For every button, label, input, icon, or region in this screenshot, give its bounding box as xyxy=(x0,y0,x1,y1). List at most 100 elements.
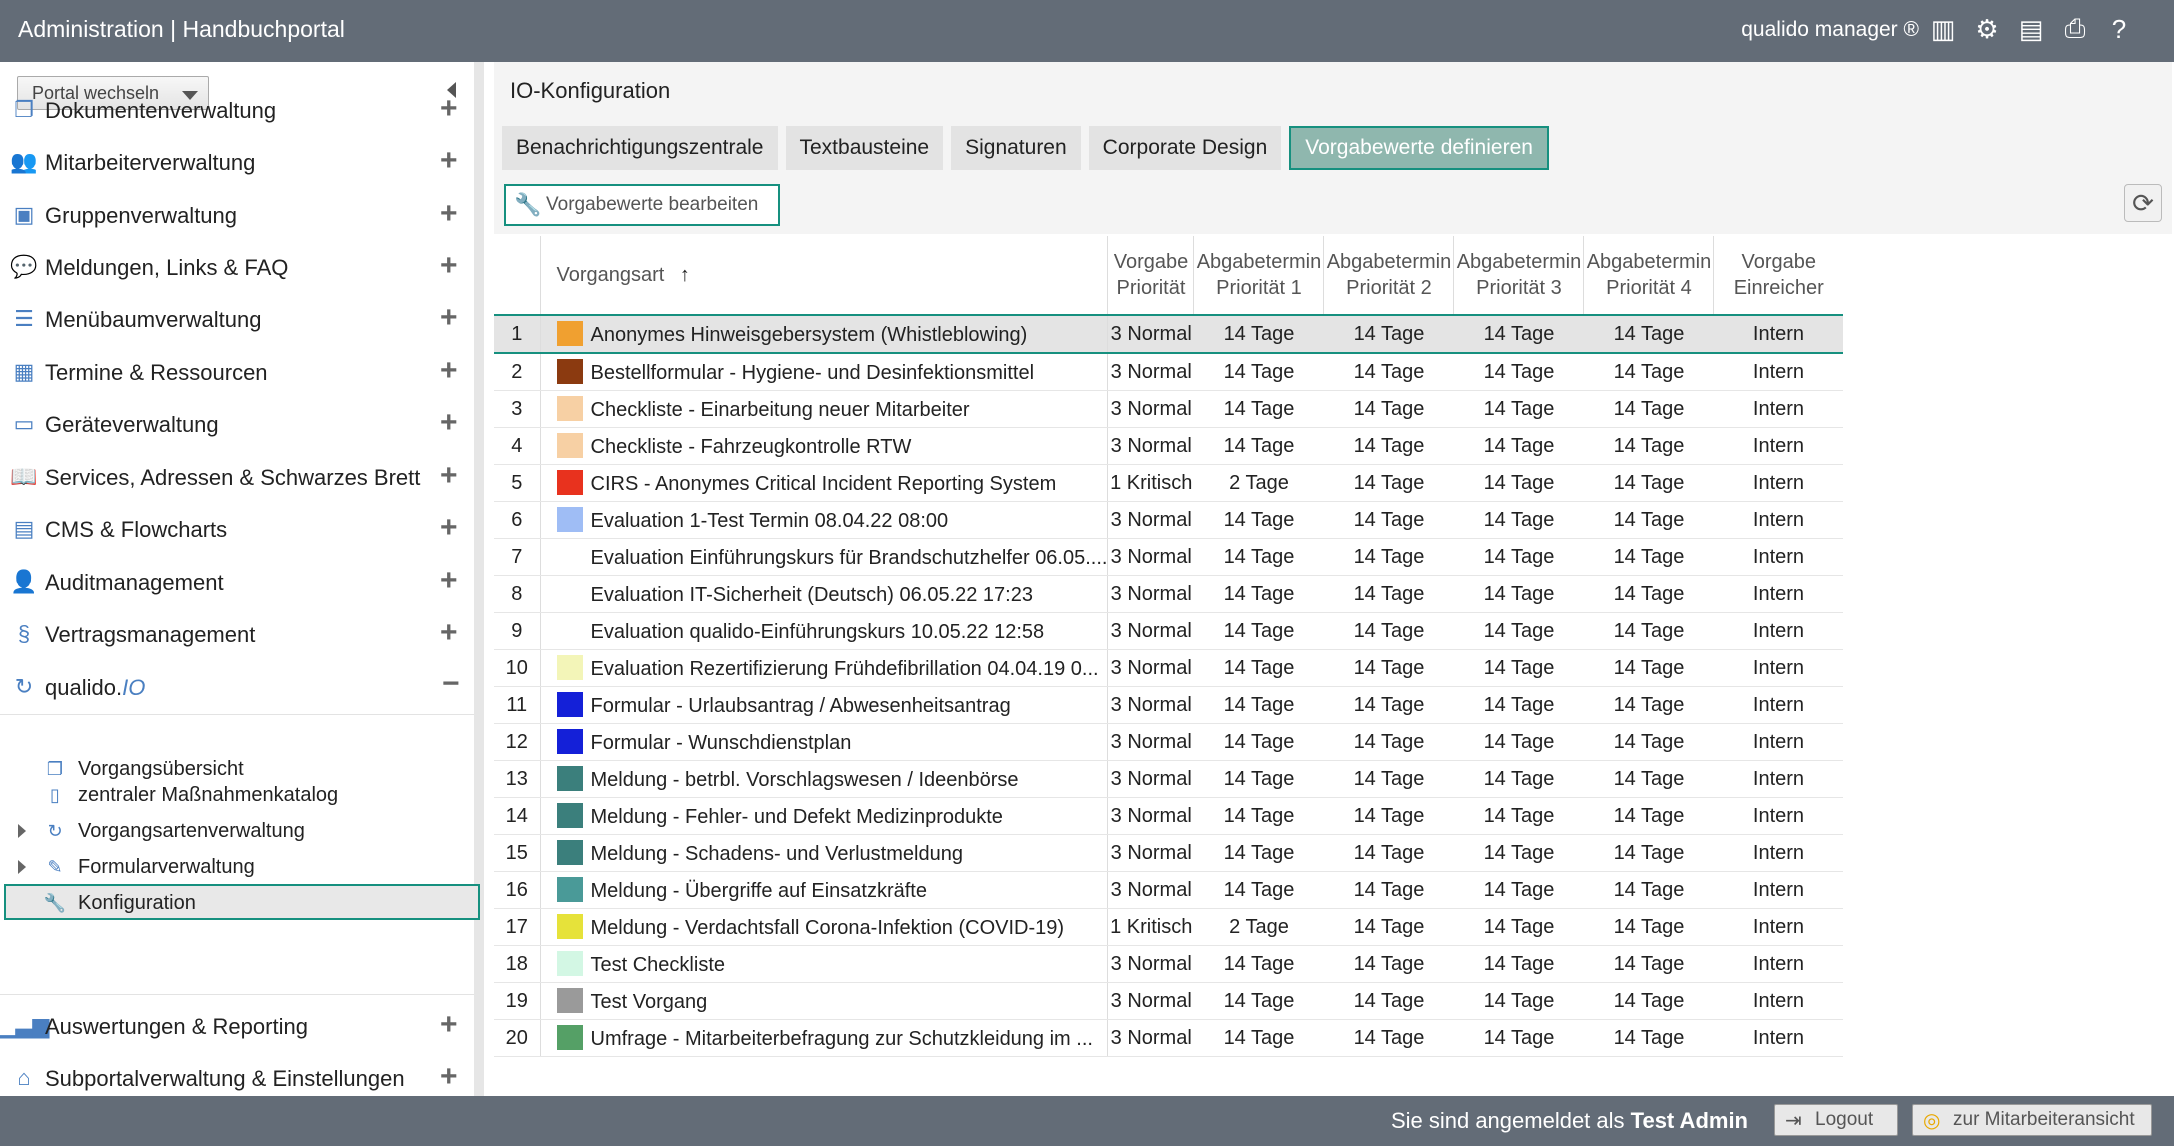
table-row[interactable]: 15 Meldung - Schadens- und Verlustmeldung… xyxy=(494,834,1843,872)
table-row[interactable]: 6 Evaluation 1-Test Termin 08.04.22 08:00… xyxy=(494,501,1843,539)
cell-vorgabe-prioritaet: 3 Normal xyxy=(1107,797,1194,835)
sidebar-item-mitarbeiterverwaltung[interactable]: 👥 Mitarbeiterverwaltung + xyxy=(10,142,470,182)
sidebar-item-geraeteverwaltung[interactable]: ▭ Geräteverwaltung + xyxy=(10,404,470,444)
sidebar-item-gruppenverwaltung[interactable]: ▣ Gruppenverwaltung + xyxy=(10,195,470,235)
table-row[interactable]: 19 Test Vorgang 3 Normal 14 Tage 14 Tage 14 T… xyxy=(494,982,1843,1020)
expand-plus-icon[interactable]: + xyxy=(440,199,458,229)
col-header-label: Priorität 4 xyxy=(1606,277,1692,299)
print-icon[interactable]: ⎙ xyxy=(2060,12,2090,46)
cell-abgabe-p2: 14 Tage xyxy=(1323,1019,1454,1057)
table-row[interactable]: 11 Formular - Urlaubsantrag / Abwesenheit… xyxy=(494,686,1843,724)
sidebar-item-auditmanagement[interactable]: 👤 Auditmanagement + xyxy=(10,562,470,602)
table-row[interactable]: 4 Checkliste - Fahrzeugkontrolle RTW 3 Nor… xyxy=(494,427,1843,465)
col-header-vorgangsart[interactable]: Vorgangsart ↑ xyxy=(540,236,1109,316)
sidebar-subitem-konfiguration[interactable]: 🔧 Konfiguration xyxy=(4,884,480,920)
sidebar-item-dokumentenverwaltung[interactable]: ❐ Dokumentenverwaltung + xyxy=(10,90,470,130)
expand-triangle-icon[interactable] xyxy=(18,824,26,838)
table-row[interactable]: 9 Evaluation qualido-Einführungskurs 10.0… xyxy=(494,612,1843,650)
cell-vorgabe-einreicher: Intern xyxy=(1713,945,1843,983)
color-swatch xyxy=(556,433,583,458)
table-row[interactable]: 17 Meldung - Verdachtsfall Corona-Infekti… xyxy=(494,908,1843,946)
col-header-abgabe-p4[interactable]: Abgabetermin Priorität 4 xyxy=(1583,236,1715,316)
expand-plus-icon[interactable]: + xyxy=(440,1062,458,1092)
tab-corporate-design[interactable]: Corporate Design xyxy=(1088,126,1282,170)
expand-plus-icon[interactable]: + xyxy=(440,408,458,438)
expand-plus-icon[interactable]: + xyxy=(440,251,458,281)
expand-plus-icon[interactable]: + xyxy=(440,303,458,333)
collapse-minus-icon[interactable]: − xyxy=(442,669,460,699)
xlsx-export-icon[interactable]: ▤ xyxy=(2016,12,2046,46)
sidebar-item-cms[interactable]: ▤ CMS & Flowcharts + xyxy=(10,509,470,549)
col-header-number xyxy=(494,236,541,316)
col-header-label: Priorität 1 xyxy=(1216,277,1302,299)
col-header-abgabe-p2[interactable]: Abgabetermin Priorität 2 xyxy=(1323,236,1455,316)
cell-abgabe-p1: 14 Tage xyxy=(1193,390,1324,428)
table-row[interactable]: 1 Anonymes Hinweisgebersystem (Whistleblo… xyxy=(494,314,1843,354)
table-row[interactable]: 2 Bestellformular - Hygiene- und Desinfek… xyxy=(494,353,1843,391)
sidebar-item-vertragsmanagement[interactable]: § Vertragsmanagement + xyxy=(10,614,470,654)
tab-vorgabewerte-definieren[interactable]: Vorgabewerte definieren xyxy=(1289,126,1549,170)
expand-plus-icon[interactable]: + xyxy=(440,1010,458,1040)
cell-abgabe-p2: 14 Tage xyxy=(1323,390,1454,428)
col-header-vorgabe-prioritaet[interactable]: Vorgabe Priorität xyxy=(1107,236,1195,316)
edit-defaults-label: Vorgabewerte bearbeiten xyxy=(546,194,759,215)
sidebar-subitem-vorgangsartenverwaltung[interactable]: ↻ Vorgangsartenverwaltung xyxy=(18,814,480,848)
cell-vorgabe-einreicher: Intern xyxy=(1713,723,1843,761)
cell-abgabe-p2: 14 Tage xyxy=(1323,908,1454,946)
sidebar-item-subportalverwaltung[interactable]: ⌂ Subportalverwaltung & Einstellungen + xyxy=(10,1058,470,1098)
sidebar-item-meldungen[interactable]: 💬 Meldungen, Links & FAQ + xyxy=(10,247,470,287)
table-row[interactable]: 12 Formular - Wunschdienstplan 3 Normal 14 … xyxy=(494,723,1843,761)
table-row[interactable]: 10 Evaluation Rezertifizierung Frühdefibr… xyxy=(494,649,1843,687)
color-swatch xyxy=(556,359,583,384)
bar-chart-icon: ▁▃▆ xyxy=(0,1013,50,1038)
sidebar-item-services[interactable]: 📖 Services, Adressen & Schwarzes Brett + xyxy=(10,457,470,497)
sort-ascending-icon[interactable]: ↑ xyxy=(680,264,690,286)
sidebar-item-menuebaum[interactable]: ☰ Menübaumverwaltung + xyxy=(10,299,470,339)
tab-benachrichtigungszentrale[interactable]: Benachrichtigungszentrale xyxy=(502,126,778,170)
table-row[interactable]: 5 CIRS - Anonymes Critical Incident Repor… xyxy=(494,464,1843,502)
expand-plus-icon[interactable]: + xyxy=(440,566,458,596)
table-row[interactable]: 7 Evaluation Einführungskurs für Brandsch… xyxy=(494,538,1843,576)
col-header-label: Priorität 3 xyxy=(1476,277,1562,299)
main-content: IO-Konfiguration Benachrichtigungszentra… xyxy=(494,62,2172,1096)
sidebar-item-auswertungen[interactable]: ▁▃▆ Auswertungen & Reporting + xyxy=(0,1006,470,1046)
tab-textbausteine[interactable]: Textbausteine xyxy=(785,126,944,170)
table-row[interactable]: 16 Meldung - Übergriffe auf Einsatzkräfte… xyxy=(494,871,1843,909)
col-header-vorgabe-einreicher[interactable]: Vorgabe Einreicher xyxy=(1713,236,1843,316)
refresh-button[interactable]: ⟳ xyxy=(2124,184,2162,222)
expand-triangle-icon[interactable] xyxy=(18,860,26,874)
sidebar-item-qualido-io[interactable]: ↻ qualido.IO − xyxy=(10,667,470,707)
table-row[interactable]: 13 Meldung - betrbl. Vorschlagswesen / Id… xyxy=(494,760,1843,798)
cell-abgabe-p1: 14 Tage xyxy=(1193,760,1324,798)
col-header-abgabe-p3[interactable]: Abgabetermin Priorität 3 xyxy=(1453,236,1585,316)
col-header-label: Einreicher xyxy=(1733,277,1824,299)
expand-plus-icon[interactable]: + xyxy=(440,356,458,386)
table-row[interactable]: 20 Umfrage - Mitarbeiterbefragung zur Sch… xyxy=(494,1019,1843,1057)
help-icon[interactable]: ? xyxy=(2104,12,2134,46)
barcode-icon[interactable]: ▥ xyxy=(1928,12,1958,46)
sidebar-item-termine[interactable]: ▦ Termine & Ressourcen + xyxy=(10,352,470,392)
expand-plus-icon[interactable]: + xyxy=(440,513,458,543)
logout-button[interactable]: ⇥ Logout xyxy=(1774,1104,1898,1136)
cell-vorgabe-einreicher: Intern xyxy=(1713,575,1843,613)
expand-plus-icon[interactable]: + xyxy=(440,461,458,491)
color-swatch xyxy=(556,803,583,828)
col-header-abgabe-p1[interactable]: Abgabetermin Priorität 1 xyxy=(1193,236,1325,316)
vorgangsart-label: CIRS - Anonymes Critical Incident Report… xyxy=(590,473,1057,495)
table-row[interactable]: 14 Meldung - Fehler- und Defekt Medizinpr… xyxy=(494,797,1843,835)
table-row[interactable]: 18 Test Checkliste 3 Normal 14 Tage 14 Tage 1… xyxy=(494,945,1843,983)
expand-plus-icon[interactable]: + xyxy=(440,146,458,176)
employee-view-button[interactable]: ◎ zur Mitarbeiteransicht xyxy=(1912,1104,2152,1136)
edit-defaults-button[interactable]: 🔧 Vorgabewerte bearbeiten xyxy=(504,184,780,226)
cell-abgabe-p2: 14 Tage xyxy=(1323,871,1454,909)
cell-vorgangsart: Formular - Urlaubsantrag / Abwesenheitsa… xyxy=(540,686,1109,724)
settings-gears-icon[interactable]: ⚙ xyxy=(1972,12,2002,46)
table-row[interactable]: 3 Checkliste - Einarbeitung neuer Mitarbe… xyxy=(494,390,1843,428)
status-bar: Sie sind angemeldet als Test Admin ⇥ Log… xyxy=(0,1096,2174,1146)
sidebar-subitem-formularverwaltung[interactable]: ✎ Formularverwaltung xyxy=(18,850,480,884)
table-row[interactable]: 8 Evaluation IT-Sicherheit (Deutsch) 06.0… xyxy=(494,575,1843,613)
sidebar-subitem-massnahmenkatalog[interactable]: ▯ zentraler Maßnahmenkatalog xyxy=(40,778,480,812)
expand-plus-icon[interactable]: + xyxy=(440,618,458,648)
tab-signaturen[interactable]: Signaturen xyxy=(951,126,1081,170)
expand-plus-icon[interactable]: + xyxy=(440,94,458,124)
